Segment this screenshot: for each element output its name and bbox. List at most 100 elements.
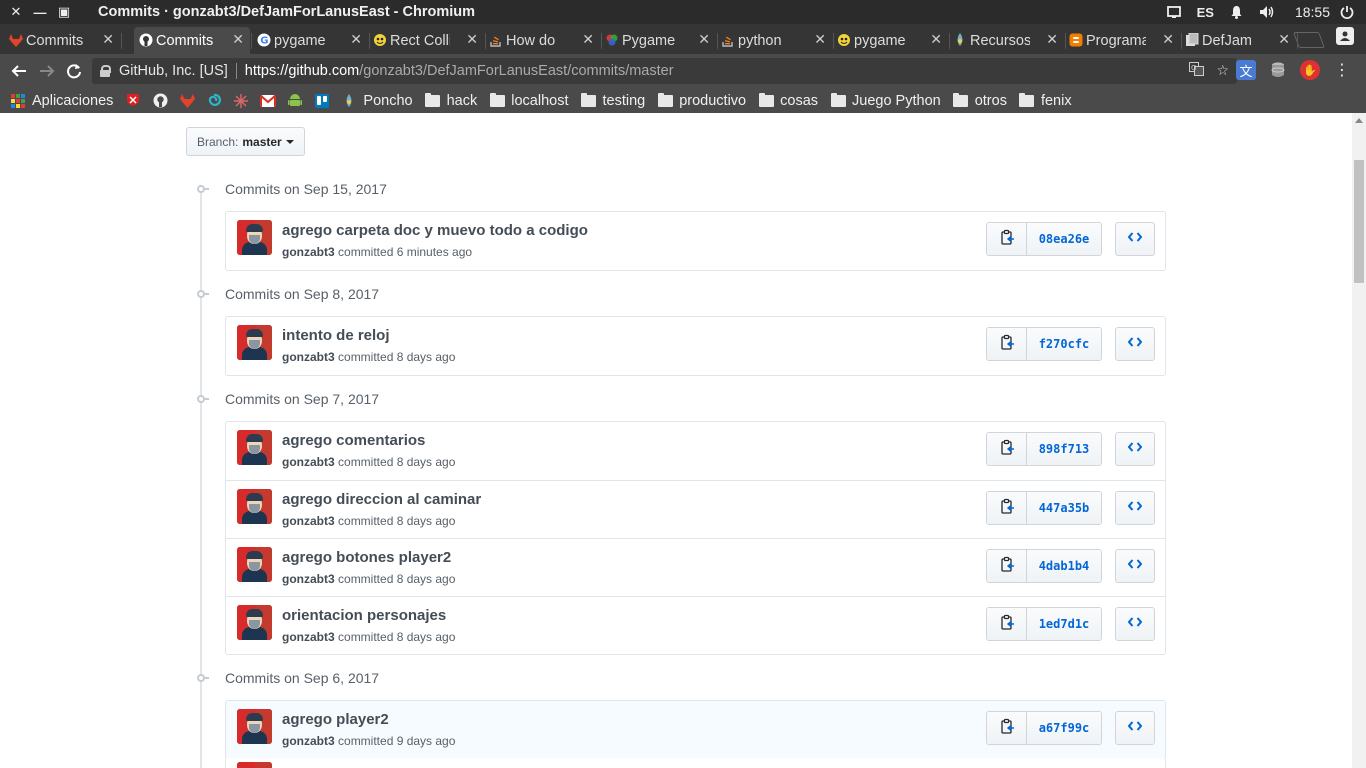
avatar[interactable] (237, 489, 272, 524)
browse-repo-button[interactable] (1115, 607, 1155, 641)
commit-sha-link[interactable]: 1ed7d1c (1027, 608, 1101, 640)
tab-3[interactable]: Gpygame ✕ (252, 27, 370, 54)
volume-icon[interactable] (1259, 5, 1275, 19)
avatar[interactable] (237, 220, 272, 255)
browse-repo-button[interactable] (1115, 432, 1155, 466)
bookmark-testing[interactable]: testing (580, 92, 645, 109)
copy-sha-button[interactable] (987, 433, 1027, 465)
google-translate-extension-icon[interactable]: 文 (1236, 60, 1256, 80)
commit-title-link[interactable]: agrego botones player2 (282, 549, 451, 566)
bookmark-asterisk[interactable] (233, 93, 249, 109)
notification-bell-icon[interactable] (1230, 5, 1243, 19)
browse-repo-button[interactable] (1115, 327, 1155, 361)
bookmark-gmail[interactable] (260, 93, 277, 109)
commit-author-link[interactable]: gonzabt3 (282, 350, 335, 364)
avatar[interactable] (237, 547, 272, 582)
copy-sha-button[interactable] (987, 223, 1027, 255)
tab-close-icon[interactable]: ✕ (102, 31, 114, 48)
window-close-icon[interactable]: ✕ (4, 0, 28, 24)
tab-10[interactable]: Programa ✕ (1064, 27, 1182, 54)
browse-repo-button[interactable] (1115, 711, 1155, 745)
window-maximize-icon[interactable]: ▣ (52, 0, 76, 24)
tab-2[interactable]: Commits ✕ (134, 27, 252, 54)
scroll-up-icon[interactable] (1355, 118, 1363, 123)
tab-close-icon[interactable]: ✕ (698, 31, 710, 48)
commit-author-link[interactable]: gonzabt3 (282, 630, 335, 644)
tab-close-icon[interactable]: ✕ (1278, 31, 1290, 48)
bookmark-star-icon[interactable]: ☆ (1216, 62, 1229, 79)
browse-repo-button[interactable] (1115, 491, 1155, 525)
tab-5[interactable]: How do ✕ (484, 27, 602, 54)
tab-close-icon[interactable]: ✕ (350, 31, 362, 48)
display-icon[interactable] (1166, 6, 1181, 18)
commit-sha-link[interactable]: a67f99c (1027, 712, 1101, 744)
bookmark-swirl[interactable] (206, 93, 222, 109)
bookmark-juego-python[interactable]: Juego Python (830, 92, 941, 109)
commit-title-link[interactable]: orientacion personajes (282, 607, 446, 624)
database-extension-icon[interactable] (1268, 60, 1288, 80)
commit-author-link[interactable]: gonzabt3 (282, 245, 335, 259)
tab-6[interactable]: Pygame ✕ (600, 27, 718, 54)
bookmark-productivo[interactable]: productivo (657, 92, 746, 109)
commit-title-link[interactable]: agrego comentarios (282, 432, 425, 449)
avatar[interactable] (237, 762, 272, 768)
tab-1[interactable]: Commits ✕ (4, 27, 122, 54)
adblock-extension-icon[interactable]: ✋ (1300, 60, 1320, 80)
commit-author-link[interactable]: gonzabt3 (282, 572, 335, 586)
tab-close-icon[interactable]: ✕ (814, 31, 826, 48)
avatar[interactable] (237, 325, 272, 360)
keyboard-language[interactable]: ES (1197, 5, 1214, 20)
reload-icon[interactable] (63, 60, 85, 82)
bookmark-hack[interactable]: hack (425, 92, 477, 109)
tab-close-icon[interactable]: ✕ (930, 31, 942, 48)
tab-7[interactable]: python ✕ (716, 27, 834, 54)
bookmark-aplicaciones[interactable]: Aplicaciones (10, 93, 113, 109)
tab-close-icon[interactable]: ✕ (466, 31, 478, 48)
commit-title-link[interactable]: intento de reloj (282, 327, 390, 344)
bookmark-poncho[interactable]: Poncho (341, 93, 413, 109)
tab-11[interactable]: DefJam ✕ (1180, 27, 1298, 54)
clock[interactable]: 18:55 (1295, 4, 1330, 20)
tab-close-icon[interactable]: ✕ (582, 31, 594, 48)
copy-sha-button[interactable] (987, 712, 1027, 744)
commit-author-link[interactable]: gonzabt3 (282, 734, 335, 748)
tab-close-icon[interactable]: ✕ (232, 31, 244, 48)
bookmark-trello[interactable] (314, 93, 330, 109)
bookmark-android[interactable] (287, 93, 303, 109)
browse-repo-button[interactable] (1115, 549, 1155, 583)
bookmark-independiente[interactable] (125, 93, 141, 109)
site-identity[interactable]: GitHub, Inc. [US] (119, 63, 228, 79)
branch-selector-button[interactable]: Branch: master (186, 127, 305, 156)
forward-icon[interactable] (36, 60, 58, 82)
commit-sha-link[interactable]: f270cfc (1027, 328, 1101, 360)
commit-sha-link[interactable]: 447a35b (1027, 492, 1101, 524)
power-icon[interactable] (1340, 5, 1354, 19)
commit-sha-link[interactable]: 898f713 (1027, 433, 1101, 465)
scrollbar-thumb[interactable] (1354, 160, 1364, 283)
back-icon[interactable] (8, 60, 30, 82)
bookmark-fenix[interactable]: fenix (1019, 92, 1072, 109)
copy-sha-button[interactable] (987, 492, 1027, 524)
tab-close-icon[interactable]: ✕ (1162, 31, 1174, 48)
avatar[interactable] (237, 605, 272, 640)
commit-title-link[interactable]: agrego player2 (282, 711, 389, 728)
window-minimize-icon[interactable]: — (28, 0, 52, 24)
avatar[interactable] (237, 709, 272, 744)
lock-icon[interactable] (100, 65, 111, 77)
tab-4[interactable]: Rect Collision ✕ (368, 27, 486, 54)
copy-sha-button[interactable] (987, 328, 1027, 360)
copy-sha-button[interactable] (987, 550, 1027, 582)
avatar[interactable] (237, 430, 272, 465)
bookmark-localhost[interactable]: localhost (489, 92, 568, 109)
commit-author-link[interactable]: gonzabt3 (282, 455, 335, 469)
profile-icon[interactable] (1336, 27, 1354, 45)
translate-icon[interactable]: G (1189, 62, 1205, 79)
bookmark-cosas[interactable]: cosas (758, 92, 818, 109)
bookmark-otros[interactable]: otros (953, 92, 1007, 109)
commit-title-link[interactable]: agrego direccion al caminar (282, 491, 481, 508)
commit-author-link[interactable]: gonzabt3 (282, 514, 335, 528)
commit-sha-link[interactable]: 4dab1b4 (1027, 550, 1101, 582)
page-scrollbar[interactable] (1352, 113, 1366, 768)
commit-title-link[interactable]: agrego carpeta doc y muevo todo a codigo (282, 222, 588, 239)
tab-8[interactable]: pygame ✕ (832, 27, 950, 54)
